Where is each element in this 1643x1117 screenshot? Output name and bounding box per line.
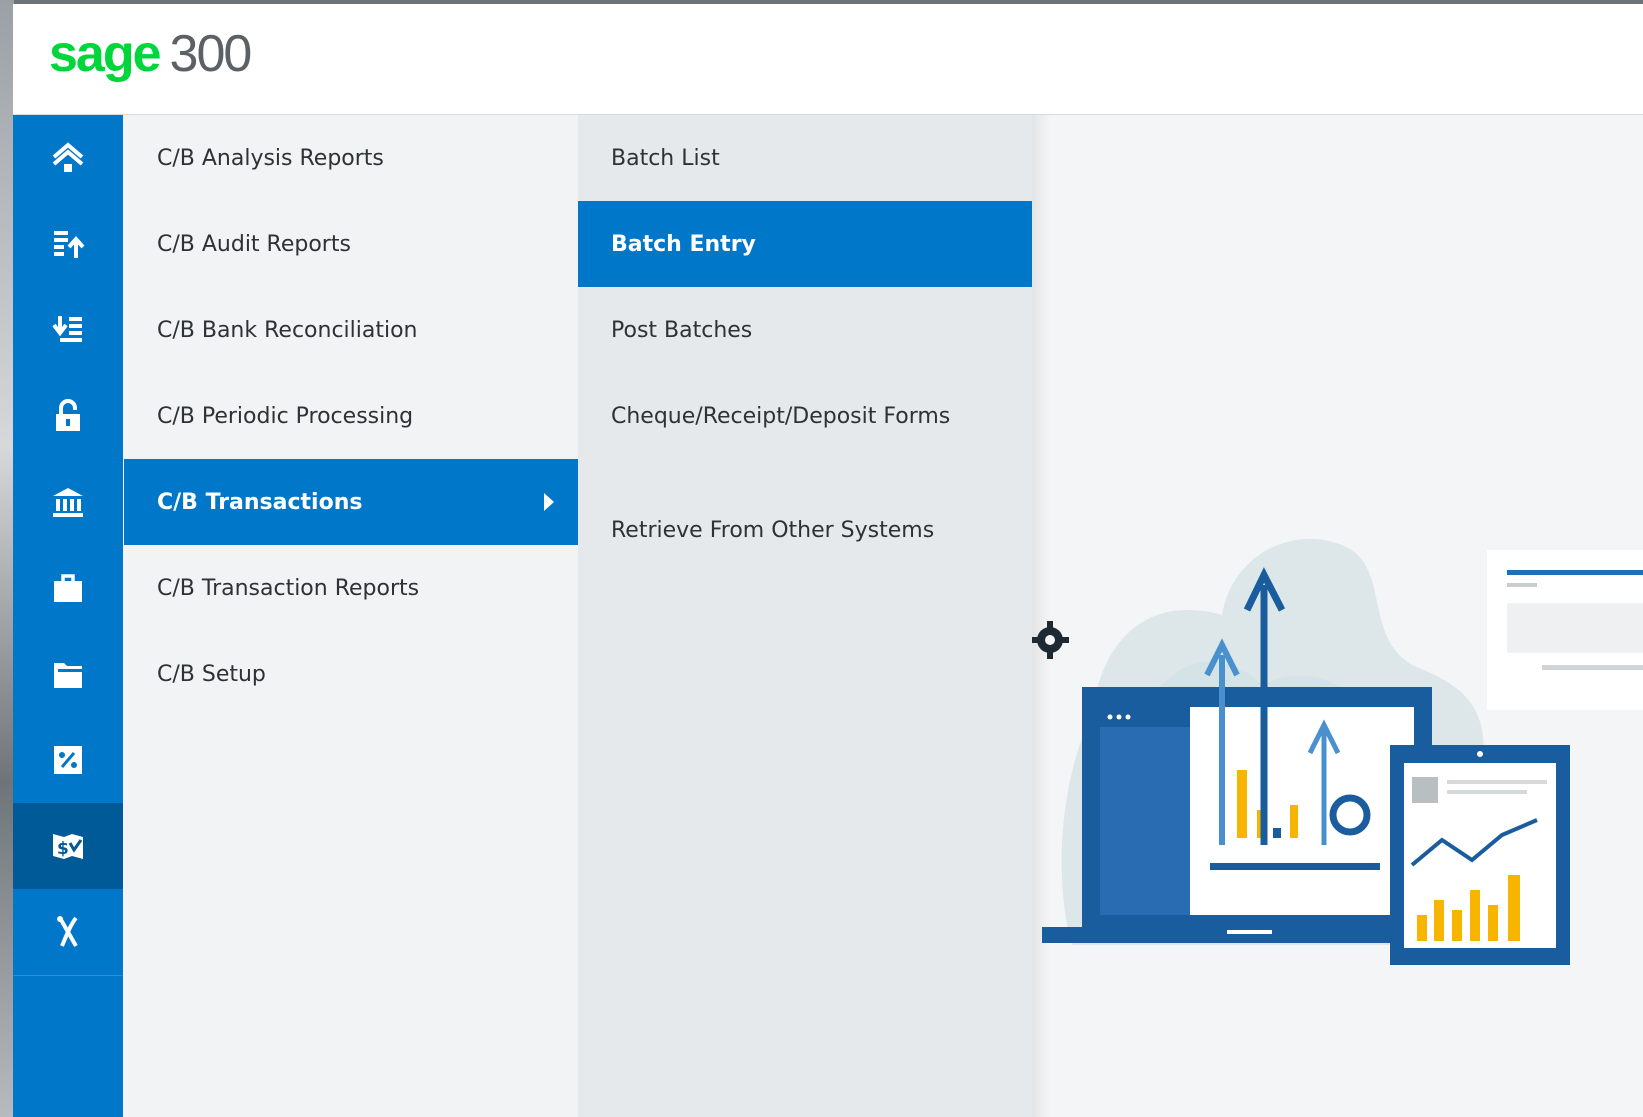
dashboard-illustration [1032, 538, 1643, 965]
menu-item-analysis-reports[interactable]: C/B Analysis Reports [124, 115, 578, 201]
sage-300-window: sage 300 $ C/B Analysis Reports C/B Audi… [13, 4, 1643, 1117]
list-upload-icon [54, 231, 85, 258]
briefcase-icon [54, 574, 82, 602]
submenu-item-label: Batch Entry [611, 231, 756, 257]
svg-text:$: $ [57, 839, 69, 859]
menu-item-setup[interactable]: C/B Setup [124, 631, 578, 717]
logo-product-text: 300 [169, 25, 253, 83]
chevron-right-icon [544, 493, 554, 511]
rail-item-files[interactable] [13, 631, 123, 717]
desktop-background [0, 0, 14, 1117]
percent-icon [54, 746, 82, 774]
submenu-item-label: Post Batches [611, 317, 753, 343]
menu-item-label: C/B Transaction Reports [157, 575, 420, 601]
bank-icon [53, 488, 83, 517]
lock-icon [56, 399, 80, 431]
menu-item-label: C/B Audit Reports [157, 231, 351, 257]
menu-item-label: C/B Transactions [157, 489, 363, 515]
tools-icon [57, 916, 78, 947]
submenu: Batch List Batch Entry Post Batches Cheq… [578, 115, 1032, 1117]
menu-item-label: C/B Setup [157, 661, 266, 687]
list-download-icon [52, 316, 82, 342]
logo-brand-text: sage [49, 25, 162, 83]
submenu-item-batch-list[interactable]: Batch List [578, 115, 1032, 201]
cashbook-icon: $ [53, 834, 83, 859]
submenu-item-post-batches[interactable]: Post Batches [578, 287, 1032, 373]
submenu-item-cheque-forms[interactable]: Cheque/Receipt/Deposit Forms [578, 373, 1032, 487]
menu-item-audit-reports[interactable]: C/B Audit Reports [124, 201, 578, 287]
submenu-item-retrieve-other-systems[interactable]: Retrieve From Other Systems [578, 487, 1032, 573]
top-bar: sage 300 [13, 4, 1643, 115]
module-icon-rail: $ [13, 115, 123, 1117]
menu-item-label: C/B Analysis Reports [157, 145, 384, 171]
submenu-item-label: Batch List [611, 145, 720, 171]
submenu-item-label: Cheque/Receipt/Deposit Forms [611, 404, 951, 429]
rail-divider [13, 975, 123, 976]
folder-icon [54, 663, 82, 688]
rail-item-common-services[interactable] [13, 889, 123, 975]
menu-item-periodic-processing[interactable]: C/B Periodic Processing [124, 373, 578, 459]
menu-item-transactions[interactable]: C/B Transactions [124, 459, 578, 545]
home-icon [52, 142, 84, 172]
rail-item-download-list[interactable] [13, 287, 123, 373]
rail-item-upload-list[interactable] [13, 201, 123, 287]
menu-item-label: C/B Bank Reconciliation [157, 317, 418, 343]
rail-item-home[interactable] [13, 115, 123, 201]
menu-item-label: C/B Periodic Processing [157, 403, 414, 429]
submenu-item-batch-entry[interactable]: Batch Entry [578, 201, 1032, 287]
rail-item-security[interactable] [13, 373, 123, 459]
menu-item-transaction-reports[interactable]: C/B Transaction Reports [124, 545, 578, 631]
sage-300-logo[interactable]: sage 300 [49, 24, 253, 94]
module-menu: C/B Analysis Reports C/B Audit Reports C… [124, 115, 578, 1117]
menu-item-bank-reconciliation[interactable]: C/B Bank Reconciliation [124, 287, 578, 373]
content-area [1032, 115, 1643, 1117]
rail-item-cashbook[interactable]: $ [13, 803, 123, 889]
rail-item-tax[interactable] [13, 717, 123, 803]
submenu-item-label: Retrieve From Other Systems [611, 517, 935, 543]
rail-item-bank[interactable] [13, 459, 123, 545]
rail-item-projects[interactable] [13, 545, 123, 631]
